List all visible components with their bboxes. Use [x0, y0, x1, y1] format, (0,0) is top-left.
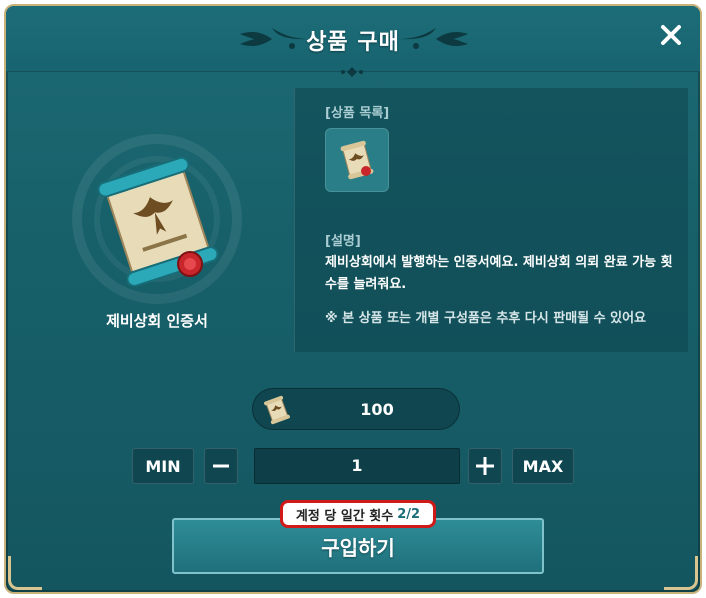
- min-button[interactable]: MIN: [132, 448, 194, 484]
- dialog-titlebar: 상품 구매: [6, 6, 700, 72]
- close-icon: [661, 25, 681, 45]
- quantity-input[interactable]: 1: [254, 448, 460, 484]
- decrease-button[interactable]: [204, 448, 238, 484]
- item-preview-panel: 제비상회 인증서: [26, 92, 288, 352]
- product-list-label: [상품 목록]: [325, 106, 390, 121]
- item-note: ※ 본 상품 또는 개별 구성품은 추후 다시 판매될 수 있어요: [325, 311, 647, 326]
- purchase-limit-count: 2/2: [397, 506, 421, 522]
- purchase-limit-badge: 계정 당 일간 횟수 2/2: [280, 500, 436, 528]
- purchase-dialog: 상품 구매 제비상회 인증서 [상품 목록] [설명] 제비상회에서 발행하는 …: [4, 4, 702, 594]
- divider-ornament-icon: [341, 67, 363, 77]
- dialog-title: 상품 구매: [306, 30, 400, 55]
- product-list-item[interactable]: [325, 128, 389, 192]
- max-button[interactable]: MAX: [512, 448, 574, 484]
- item-description: 제비상회에서 발행하는 인증서예요. 제비상회 의뢰 완료 가능 횟수를 늘려줘…: [325, 255, 673, 292]
- frame-corner: [664, 556, 698, 590]
- item-details-panel: [상품 목록] [설명] 제비상회에서 발행하는 인증서예요. 제비상회 의뢰 …: [294, 88, 688, 352]
- item-name: 제비상회 인증서: [106, 312, 208, 330]
- price-value: 100: [360, 400, 394, 419]
- frame-corner: [8, 556, 42, 590]
- plus-icon: [476, 457, 494, 475]
- description-label: [설명]: [325, 234, 361, 249]
- certificate-scroll-icon: [340, 140, 374, 180]
- minus-icon: [213, 464, 229, 468]
- quantity-selector: MIN 1 MAX: [6, 446, 700, 486]
- close-button[interactable]: [656, 20, 686, 50]
- price-display: 100: [252, 388, 460, 430]
- increase-button[interactable]: [468, 448, 502, 484]
- certificate-scroll-icon: [72, 134, 242, 304]
- purchase-limit-label: 계정 당 일간 횟수: [295, 508, 394, 524]
- leaf-ornament-icon: [398, 28, 468, 49]
- certificate-scroll-icon: [264, 395, 290, 425]
